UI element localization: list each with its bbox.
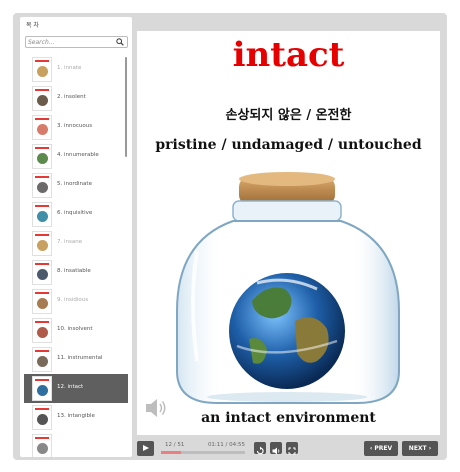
prev-button[interactable]: ‹ PREV xyxy=(364,441,398,456)
progress-area: 12 / 51 01:11 / 04:55 xyxy=(159,441,247,456)
slide-thumbnail xyxy=(32,260,52,285)
slide-list-label: 11. instrumental xyxy=(57,355,103,361)
progress-bar[interactable] xyxy=(161,451,245,454)
thumbnail-picture xyxy=(37,298,48,309)
thumbnail-title xyxy=(35,234,49,236)
slide-thumbnail xyxy=(32,86,52,111)
slide-list-item[interactable]: 3. innocuous xyxy=(24,113,128,142)
slide-list-item[interactable]: 1. innate xyxy=(24,55,128,84)
thumbnail-title xyxy=(35,408,49,410)
slide-list-item[interactable]: 12. intact xyxy=(24,374,128,403)
slide-counter: 12 / 51 xyxy=(165,442,185,448)
slide-list-item[interactable]: 7. insane xyxy=(24,229,128,258)
slide-thumbnail xyxy=(32,231,52,256)
slide-list-label: 6. inquisitive xyxy=(57,210,93,216)
slide-list-item[interactable] xyxy=(24,432,128,457)
thumbnail-title xyxy=(35,321,49,323)
thumbnail-title xyxy=(35,437,49,439)
slide-list-label: 5. inordinate xyxy=(57,181,92,187)
slide-thumbnail xyxy=(32,347,52,372)
time-display: 01:11 / 04:55 xyxy=(207,442,245,448)
slide-list-label: 12. intact xyxy=(57,384,84,390)
player-toolbar: 12 / 51 01:11 / 04:55 ‹ PREV NEXT › xyxy=(137,441,440,457)
slide-list-item[interactable]: 2. insolent xyxy=(24,84,128,113)
thumbnail-picture xyxy=(37,124,48,135)
next-button[interactable]: NEXT › xyxy=(402,441,438,456)
thumbnail-title xyxy=(35,147,49,149)
search-box[interactable] xyxy=(25,36,128,48)
thumbnail-picture xyxy=(37,240,48,251)
thumbnail-title xyxy=(35,292,49,294)
slide-thumbnail xyxy=(32,376,52,401)
slide-list-label: 10. insolvent xyxy=(57,326,93,332)
slide-list-item[interactable]: 13. intangible xyxy=(24,403,128,432)
vocab-word: intact xyxy=(232,35,345,75)
thumbnail-picture xyxy=(37,66,48,77)
slide-thumbnail xyxy=(32,202,52,227)
slide-list: 1. innate 2. insolent 3. innocuous 4. innum… xyxy=(20,55,132,457)
thumbnail-title xyxy=(35,350,49,352)
replay-icon xyxy=(256,446,264,455)
search-input[interactable] xyxy=(28,37,113,47)
slide-list-item[interactable]: 8. insatiable xyxy=(24,258,128,287)
slide-list-item[interactable]: 11. instrumental xyxy=(24,345,128,374)
thumbnail-title xyxy=(35,89,49,91)
slide-list-label: 3. innocuous xyxy=(57,123,93,129)
slide-list-label: 9. insidious xyxy=(57,297,89,303)
thumbnail-picture xyxy=(37,269,48,280)
thumbnail-picture xyxy=(37,385,48,396)
slide-list-label: 1. innate xyxy=(57,65,82,71)
slide-list-item[interactable]: 6. inquisitive xyxy=(24,200,128,229)
slide-list-label: 7. insane xyxy=(57,239,83,245)
slide-stage: intact 손상되지 않은 / 온전한 pristine / undamage… xyxy=(137,31,440,435)
thumbnail-picture xyxy=(37,95,48,106)
volume-button[interactable] xyxy=(270,442,282,455)
sidebar-menu: 목 차 1. innate 2. insolent 3. innocuous 4. i… xyxy=(20,17,132,457)
thumbnail-title xyxy=(35,263,49,265)
slide-list-label: 2. insolent xyxy=(57,94,86,100)
slide-thumbnail xyxy=(32,405,52,430)
slide-thumbnail xyxy=(32,115,52,140)
progress-fill xyxy=(161,451,182,454)
search-icon[interactable] xyxy=(116,38,124,46)
slide-list-item[interactable]: 5. inordinate xyxy=(24,171,128,200)
sidebar-scrollbar[interactable] xyxy=(125,57,127,157)
slide-thumbnail xyxy=(32,318,52,343)
thumbnail-picture xyxy=(37,153,48,164)
slide-list-item[interactable]: 9. insidious xyxy=(24,287,128,316)
slide-list-item[interactable]: 10. insolvent xyxy=(24,316,128,345)
slide-thumbnail xyxy=(32,144,52,169)
fullscreen-icon xyxy=(288,447,296,455)
thumbnail-picture xyxy=(37,414,48,425)
slide-thumbnail xyxy=(32,173,52,198)
slide-list-label: 13. intangible xyxy=(57,413,95,419)
slide-thumbnail xyxy=(32,57,52,82)
thumbnail-picture xyxy=(37,356,48,367)
thumbnail-title xyxy=(35,205,49,207)
slide-list-item[interactable]: 4. innumerable xyxy=(24,142,128,171)
sidebar-title: 목 차 xyxy=(26,22,39,29)
play-button[interactable] xyxy=(137,441,154,456)
korean-meaning: 손상되지 않은 / 온전한 xyxy=(225,108,352,123)
slide-thumbnail xyxy=(32,434,52,457)
fullscreen-button[interactable] xyxy=(286,442,298,455)
slide-list-label: 8. insatiable xyxy=(57,268,91,274)
earth-in-jar-image xyxy=(176,172,400,404)
replay-button[interactable] xyxy=(254,442,266,455)
slide-thumbnail xyxy=(32,289,52,314)
thumbnail-title xyxy=(35,176,49,178)
thumbnail-title xyxy=(35,60,49,62)
thumbnail-title xyxy=(35,118,49,120)
thumbnail-picture xyxy=(37,182,48,193)
thumbnail-picture xyxy=(37,211,48,222)
slide-list-label: 4. innumerable xyxy=(57,152,99,158)
thumbnail-picture xyxy=(37,443,48,454)
thumbnail-picture xyxy=(37,327,48,338)
thumbnail-title xyxy=(35,379,49,381)
synonyms: pristine / undamaged / untouched xyxy=(155,137,422,153)
volume-icon xyxy=(272,447,280,455)
example-phrase: an intact environment xyxy=(201,410,376,426)
